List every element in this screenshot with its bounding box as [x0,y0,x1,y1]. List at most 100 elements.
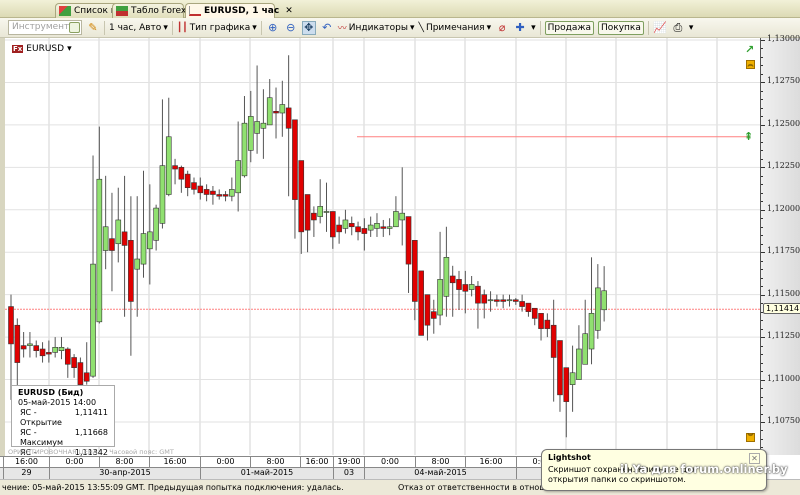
instrument-input[interactable]: Инструмент [8,20,82,35]
candle-down [348,223,355,228]
candle-down [33,345,40,351]
y-minor-tick [761,175,763,177]
candle-up [487,299,494,302]
buy-button[interactable]: Покупка [598,20,644,35]
candle-up [266,97,273,126]
eraser-icon[interactable]: ⌀ [495,21,509,35]
y-tick [761,124,765,126]
candle-down [494,299,500,302]
candle-up [506,299,513,302]
legend-row: ЯС - Максимум 1,11668 [20,428,108,447]
chart-type-dropdown[interactable]: ┃┃ Тип графика ▾ [177,23,257,33]
candle-up [317,206,323,217]
notes-dropdown[interactable]: ╲ Примечания ▾ [419,23,492,33]
alert-marker-icon[interactable]: ⇞ [744,130,753,143]
y-minor-tick [761,243,763,245]
quotes-list-icon [59,6,71,16]
candle-up [58,346,65,351]
candle-up [576,348,582,380]
y-minor-tick [761,48,763,50]
y-minor-tick [761,116,763,118]
candle-up [241,122,248,177]
y-tick [761,209,765,211]
y-minor-tick [761,396,763,398]
y-tick-label: 1,12500 [767,118,800,128]
tab-forex-board[interactable]: Табло Forex [112,3,186,18]
symbol-selector[interactable]: Fx EURUSD ▾ [12,44,72,54]
y-tick-label: 1,10750 [767,416,800,425]
divider [104,20,105,35]
candle-up [588,313,595,350]
auto-scroll-icon[interactable]: ✥ [301,20,316,35]
candle-down [418,270,424,336]
scroll-up-icon[interactable]: ︽ [746,60,755,69]
date-label: 04-май-2015 [364,468,516,479]
chart-settings-icon[interactable]: 📈 [653,21,667,35]
y-tick-label: 1,12250 [767,161,800,171]
y-tick-label: 1,11250 [767,331,800,341]
print-icon[interactable]: ⎙ [671,21,685,35]
candle-up [437,279,443,316]
candle-down [64,348,71,365]
timeframe-dropdown[interactable]: 1 час, Авто ▾ [109,23,168,33]
divider [539,20,541,35]
divider [260,20,262,35]
current-price-label: 1,11414 [763,303,800,314]
candle-up [153,207,159,241]
instrument-picker-icon[interactable] [69,22,80,33]
candle-down [20,345,27,350]
candle-down [298,160,305,233]
candle-down [462,284,469,292]
y-minor-tick [761,320,763,322]
crosshair-icon[interactable]: ✚ [513,21,527,35]
y-minor-tick [761,158,763,160]
candle-up [342,219,349,229]
y-minor-tick [761,184,763,186]
candle-up [165,136,172,195]
candle-down [71,357,77,368]
undo-icon[interactable]: ↶ [320,21,334,35]
y-minor-tick [761,345,763,347]
legend-title: EURUSD (Бид) [18,388,84,397]
y-minor-tick [761,405,763,407]
tab-eurusd-chart[interactable]: EURUSD, 1 час ✕ [185,3,293,19]
indicators-icon: 〰 [337,24,347,34]
chevron-down-icon[interactable]: ▾ [689,23,694,33]
date-label: 30-апр-2015 [49,468,200,479]
scroll-down-icon[interactable]: ︾ [746,433,755,442]
y-tick-label: 1,13000 [767,34,800,43]
y-minor-tick [761,226,763,228]
candle-down [304,194,311,231]
candle-down [531,307,538,319]
candlestick-chart[interactable] [5,38,760,455]
candle-down [77,362,84,385]
candle-down [557,340,563,396]
y-minor-tick [761,133,763,135]
y-tick [761,40,765,41]
candle-down [8,306,14,345]
indicators-dropdown[interactable]: 〰 Индикаторы ▾ [337,21,415,35]
candle-down [191,182,197,190]
candle-up [235,160,241,194]
candle-down [273,111,279,114]
candles-icon: ┃┃ [176,22,188,33]
candle-down [172,165,178,170]
candle-down [456,279,462,290]
sell-button[interactable]: Продажа [544,20,595,35]
zoom-in-icon[interactable]: ⊕ [266,21,280,35]
date-label: 03 [333,468,364,479]
close-tab-icon[interactable]: ✕ [285,6,293,16]
candle-down [355,226,361,233]
y-minor-tick [761,388,763,390]
zoom-out-icon[interactable]: ⊖ [284,21,298,35]
candle-down [538,313,544,329]
chevron-down-icon[interactable]: ▾ [531,23,536,33]
y-minor-tick [761,141,763,143]
date-label: 29 [3,468,49,479]
price-axis[interactable]: 1,13000 1,12750 1,12500 1,12250 1,12000 1,117… [760,34,800,457]
candle-up [254,121,260,134]
y-tick-label: 1,12000 [767,203,800,213]
trend-up-icon[interactable]: ↗ [745,43,754,56]
draw-tool-icon[interactable]: ✎ [86,21,100,35]
y-minor-tick [761,235,763,237]
